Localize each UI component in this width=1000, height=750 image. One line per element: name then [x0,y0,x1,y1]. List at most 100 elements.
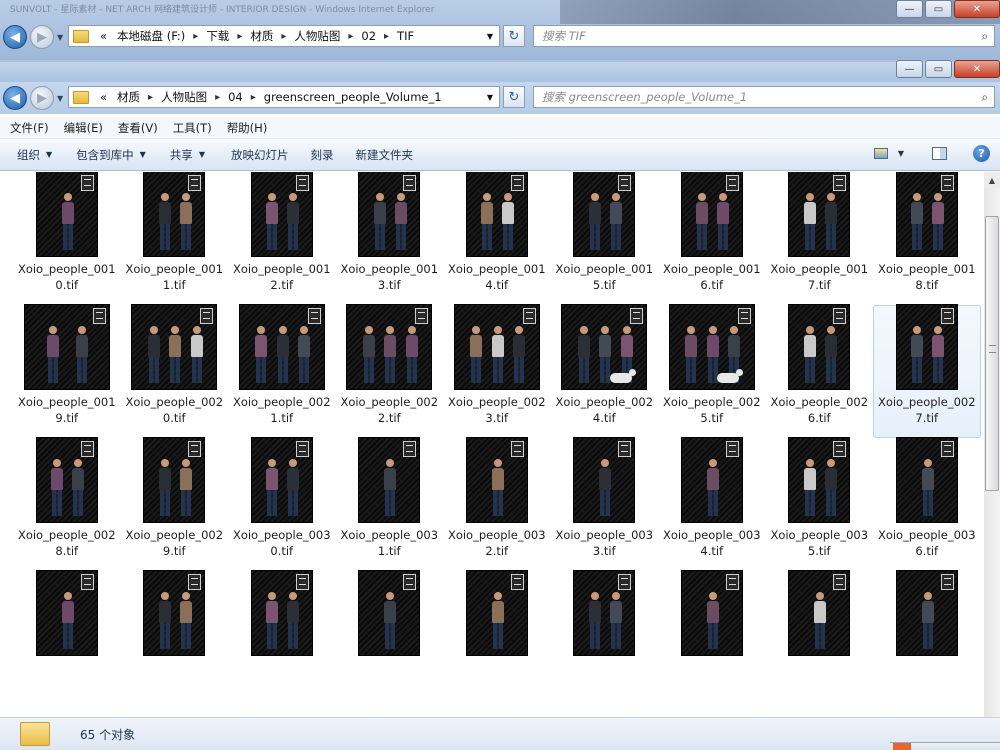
menu-view[interactable]: 查看(V) [118,120,158,136]
file-item[interactable]: Xoio_people_0017.tif [766,172,874,305]
image-thumbnail[interactable] [143,172,206,257]
bg-crumb-drive[interactable]: 本地磁盘 (F:) [112,28,190,44]
image-thumbnail[interactable] [131,304,218,390]
scrollbar-thumb[interactable] [985,216,999,491]
vertical-scrollbar[interactable]: ▲ [984,172,1000,717]
bg-crumb-downloads[interactable]: 下载 [201,28,234,44]
file-item[interactable] [13,570,121,704]
image-thumbnail[interactable] [895,437,958,523]
close-button[interactable]: ✕ [954,60,1000,78]
address-prefix[interactable]: « [95,90,112,104]
file-item[interactable] [121,570,229,704]
burn-button[interactable]: 刻录 [301,143,342,167]
image-thumbnail[interactable] [453,304,540,390]
file-item[interactable]: Xoio_people_0027.tif [873,304,981,438]
chevron-right-icon[interactable]: ▸ [278,31,289,42]
image-thumbnail[interactable] [788,437,851,523]
image-thumbnail[interactable] [895,304,958,390]
back-button[interactable]: ◀ [3,86,27,110]
image-thumbnail[interactable] [250,172,313,257]
bg-back-button[interactable]: ◀ [3,25,27,49]
file-item[interactable]: Xoio_people_0018.tif [873,172,981,305]
crumb-materials[interactable]: 材质 [112,89,145,105]
image-thumbnail[interactable] [895,570,958,656]
image-thumbnail[interactable] [573,172,636,257]
image-thumbnail[interactable] [895,172,958,257]
bg-crumb-02[interactable]: 02 [356,29,381,43]
file-item[interactable]: Xoio_people_0013.tif [336,172,444,305]
file-item[interactable]: Xoio_people_0031.tif [336,437,444,571]
crumb-people[interactable]: 人物贴图 [156,89,212,105]
recent-pages-icon[interactable]: ▼ [57,94,63,103]
chevron-right-icon[interactable]: ▸ [212,92,223,103]
refresh-icon[interactable]: ↻ [503,86,525,108]
bg-recent-pages-icon[interactable]: ▼ [57,33,63,42]
image-thumbnail[interactable] [143,437,206,523]
image-thumbnail[interactable] [680,570,743,656]
address-bar[interactable]: « 材质 ▸ 人物贴图 ▸ 04 ▸ greenscreen_people_Vo… [68,86,500,108]
chevron-down-icon[interactable]: ▼ [898,149,904,158]
file-item[interactable]: Xoio_people_0012.tif [228,172,336,305]
file-item[interactable] [443,570,551,704]
file-item[interactable]: Xoio_people_0025.tif [658,304,766,438]
chevron-right-icon[interactable]: ▸ [248,92,259,103]
file-item[interactable]: Xoio_people_0019.tif [13,304,121,438]
chevron-down-icon[interactable]: ▼ [487,93,499,102]
taskbar-app-icon[interactable] [893,743,911,750]
chevron-right-icon[interactable]: ▸ [145,92,156,103]
file-item[interactable]: Xoio_people_0016.tif [658,172,766,305]
file-item[interactable]: Xoio_people_0015.tif [551,172,659,305]
file-item[interactable]: Xoio_people_0029.tif [121,437,229,571]
forward-button[interactable]: ▶ [30,86,54,110]
image-thumbnail[interactable] [35,437,98,523]
bg-maximize-button[interactable]: ▭ [925,0,952,18]
bg-crumb-tif[interactable]: TIF [392,29,419,43]
file-item[interactable]: Xoio_people_0036.tif [873,437,981,571]
image-thumbnail[interactable] [788,304,851,390]
slideshow-button[interactable]: 放映幻灯片 [222,143,298,167]
menu-file[interactable]: 文件(F) [10,120,49,136]
bg-address-prefix[interactable]: « [95,29,112,43]
bg-address-bar[interactable]: « 本地磁盘 (F:) ▸ 下载 ▸ 材质 ▸ 人物贴图 ▸ 02 ▸ TIF … [68,25,500,47]
file-item[interactable]: Xoio_people_0030.tif [228,437,336,571]
file-item[interactable]: Xoio_people_0032.tif [443,437,551,571]
bg-forward-button[interactable]: ▶ [30,25,54,49]
help-icon[interactable]: ? [973,145,990,162]
bg-refresh-icon[interactable]: ↻ [503,25,525,47]
file-item[interactable]: Xoio_people_0022.tif [336,304,444,438]
change-view-icon[interactable] [873,148,888,159]
image-thumbnail[interactable] [346,304,433,390]
file-item[interactable] [336,570,444,704]
file-item[interactable] [658,570,766,704]
menu-tools[interactable]: 工具(T) [173,120,212,136]
file-item[interactable]: Xoio_people_0034.tif [658,437,766,571]
image-thumbnail[interactable] [358,570,421,656]
image-thumbnail[interactable] [465,172,528,257]
chevron-right-icon[interactable]: ▸ [190,31,201,42]
image-thumbnail[interactable] [358,437,421,523]
crumb-04[interactable]: 04 [223,90,248,104]
file-item[interactable] [228,570,336,704]
scroll-up-icon[interactable]: ▲ [984,172,1000,188]
bg-minimize-button[interactable]: — [896,0,923,18]
image-thumbnail[interactable] [35,570,98,656]
file-item[interactable]: Xoio_people_0028.tif [13,437,121,571]
search-input[interactable]: 搜索 greenscreen_people_Volume_1 ⌕ [533,86,995,108]
file-item[interactable] [551,570,659,704]
file-item[interactable] [873,570,981,704]
file-item[interactable]: Xoio_people_0021.tif [228,304,336,438]
menu-help[interactable]: 帮助(H) [227,120,268,136]
image-thumbnail[interactable] [573,570,636,656]
image-thumbnail[interactable] [788,570,851,656]
image-thumbnail[interactable] [680,437,743,523]
image-thumbnail[interactable] [238,304,325,390]
maximize-button[interactable]: ▭ [925,60,952,78]
image-thumbnail[interactable] [788,172,851,257]
minimize-button[interactable]: — [896,60,923,78]
bg-crumb-people[interactable]: 人物贴图 [289,28,345,44]
file-item[interactable]: Xoio_people_0010.tif [13,172,121,305]
image-thumbnail[interactable] [680,172,743,257]
image-thumbnail[interactable] [465,570,528,656]
crumb-current-folder[interactable]: greenscreen_people_Volume_1 [259,90,447,104]
image-thumbnail[interactable] [573,437,636,523]
